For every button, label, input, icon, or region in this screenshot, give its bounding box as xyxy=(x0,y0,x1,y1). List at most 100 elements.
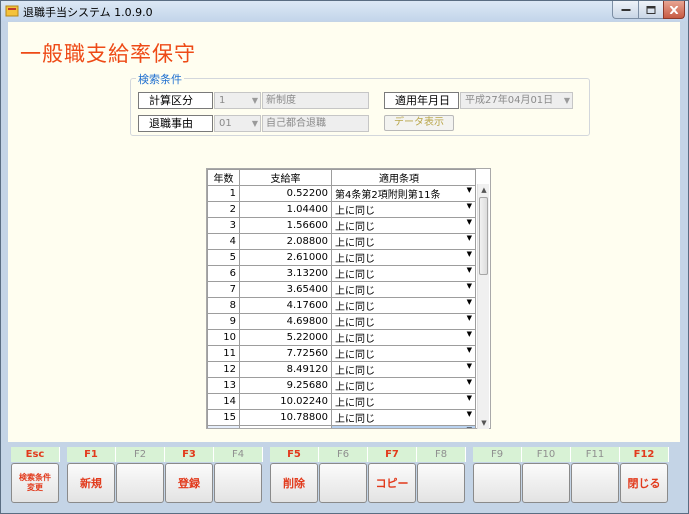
article-cell[interactable]: 上に同じ▼ xyxy=(331,393,476,410)
fkey-f4: F4 xyxy=(214,447,263,505)
fkey-button-f3[interactable]: 登録 xyxy=(165,463,213,503)
scroll-up-icon[interactable]: ▲ xyxy=(478,184,490,196)
article-cell[interactable]: 上に同じ▼ xyxy=(331,329,476,346)
article-cell[interactable]: 上に同じ▼ xyxy=(331,425,476,429)
rate-cell[interactable]: 2.61000 xyxy=(239,249,332,266)
rate-cell[interactable]: 3.13200 xyxy=(239,265,332,282)
table-row[interactable]: 5 2.61000 上に同じ ▼ xyxy=(207,249,476,266)
rate-cell[interactable]: 9.25680 xyxy=(239,377,332,394)
dropdown-arrow-icon[interactable]: ▼ xyxy=(467,315,472,323)
article-cell[interactable]: 上に同じ▼ xyxy=(331,345,476,362)
dropdown-arrow-icon[interactable]: ▼ xyxy=(467,395,472,403)
dropdown-arrow-icon[interactable]: ▼ xyxy=(467,427,472,429)
dropdown-arrow-icon[interactable]: ▼ xyxy=(467,235,472,243)
rate-cell[interactable]: 13.38930 xyxy=(239,425,332,428)
fkey-button-f2[interactable] xyxy=(116,463,164,503)
dropdown-arrow-icon[interactable]: ▼ xyxy=(467,187,472,195)
fkey-f5: F5 削除 xyxy=(270,447,319,505)
table-row[interactable]: 8 4.17600 上に同じ ▼ xyxy=(207,297,476,314)
fkey-button-f1[interactable]: 新規 xyxy=(67,463,115,503)
rate-cell[interactable]: 3.65400 xyxy=(239,281,332,298)
fkey-button-f12[interactable]: 閉じる xyxy=(620,463,668,503)
dropdown-arrow-icon[interactable]: ▼ xyxy=(467,251,472,259)
fkey-button-f9[interactable] xyxy=(473,463,521,503)
article-cell[interactable]: 上に同じ▼ xyxy=(331,409,476,426)
year-cell: 3 xyxy=(207,217,240,234)
dropdown-arrow-icon[interactable]: ▼ xyxy=(467,283,472,291)
fkey-button-esc[interactable]: 検索条件 変更 xyxy=(11,463,59,503)
fkey-button-f8[interactable] xyxy=(417,463,465,503)
table-header-row: 年数 支給率 適用条項 xyxy=(207,169,476,186)
rate-cell[interactable]: 1.56600 xyxy=(239,217,332,234)
rate-cell[interactable]: 10.02240 xyxy=(239,393,332,410)
table-row[interactable]: 11 7.72560 上に同じ ▼ xyxy=(207,345,476,362)
table-row[interactable]: 14 10.02240 上に同じ ▼ xyxy=(207,393,476,410)
fkey-button-f4[interactable] xyxy=(214,463,262,503)
article-cell[interactable]: 第4条第2項附則第11条 ▼ xyxy=(331,185,476,202)
rate-cell[interactable]: 5.22000 xyxy=(239,329,332,346)
dropdown-arrow-icon[interactable]: ▼ xyxy=(467,203,472,211)
table-row[interactable]: 4 2.08800 上に同じ ▼ xyxy=(207,233,476,250)
fkey-button-f7[interactable]: コピー xyxy=(368,463,416,503)
table-row[interactable]: 7 3.65400 上に同じ ▼ xyxy=(207,281,476,298)
chevron-down-icon: ▼ xyxy=(251,119,258,128)
rate-value: 5.22000 xyxy=(286,332,328,343)
table-row[interactable]: 9 4.69800 上に同じ ▼ xyxy=(207,313,476,330)
title-bar[interactable]: 退職手当システム 1.0.9.0 xyxy=(1,1,688,21)
fkey-button-f6[interactable] xyxy=(319,463,367,503)
scroll-thumb[interactable] xyxy=(479,197,488,275)
dropdown-arrow-icon[interactable]: ▼ xyxy=(467,411,472,419)
table-row[interactable]: 10 5.22000 上に同じ ▼ xyxy=(207,329,476,346)
minimize-button[interactable] xyxy=(612,1,638,19)
article-cell[interactable]: 上に同じ▼ xyxy=(331,281,476,298)
dropdown-arrow-icon[interactable]: ▼ xyxy=(467,299,472,307)
show-data-button[interactable]: データ表示 xyxy=(384,115,454,131)
maximize-button[interactable] xyxy=(638,1,663,19)
fkey-button-f11[interactable] xyxy=(571,463,619,503)
article-cell[interactable]: 上に同じ▼ xyxy=(331,297,476,314)
calc-type-select[interactable]: 1 ▼ xyxy=(214,92,261,109)
dropdown-arrow-icon[interactable]: ▼ xyxy=(467,267,472,275)
article-cell[interactable]: 上に同じ▼ xyxy=(331,313,476,330)
article-cell[interactable]: 上に同じ▼ xyxy=(331,377,476,394)
table-row[interactable]: 2 1.04400 上に同じ ▼ xyxy=(207,201,476,218)
article-cell[interactable]: 上に同じ▼ xyxy=(331,265,476,282)
rate-cell[interactable]: 10.78800 xyxy=(239,409,332,426)
table-row[interactable]: 1 0.52200 第4条第2項附則第11条 ▼ xyxy=(207,185,476,202)
rate-cell[interactable]: 2.08800 xyxy=(239,233,332,250)
table-row[interactable]: 3 1.56600 上に同じ ▼ xyxy=(207,217,476,234)
table-row[interactable]: 13 9.25680 上に同じ ▼ xyxy=(207,377,476,394)
article-cell[interactable]: 上に同じ▼ xyxy=(331,361,476,378)
rate-cell[interactable]: 4.69800 xyxy=(239,313,332,330)
grid-scrollbar[interactable]: ▲ ▼ xyxy=(477,184,489,429)
retire-reason-select[interactable]: 01 ▼ xyxy=(214,115,261,132)
fkey-button-label: 登録 xyxy=(178,477,200,490)
dropdown-arrow-icon[interactable]: ▼ xyxy=(467,379,472,387)
article-value: 上に同じ xyxy=(335,206,375,217)
table-row[interactable]: 15 10.78800 上に同じ ▼ xyxy=(207,409,476,426)
table-row[interactable]: 16 13.38930上に同じ▼ xyxy=(207,425,476,429)
article-cell[interactable]: 上に同じ▼ xyxy=(331,233,476,250)
fkey-button-f10[interactable] xyxy=(522,463,570,503)
fkey-button-f5[interactable]: 削除 xyxy=(270,463,318,503)
article-cell[interactable]: 上に同じ▼ xyxy=(331,249,476,266)
rate-cell[interactable]: 8.49120 xyxy=(239,361,332,378)
close-window-button[interactable] xyxy=(663,1,685,19)
dropdown-arrow-icon[interactable]: ▼ xyxy=(467,363,472,371)
table-row[interactable]: 6 3.13200 上に同じ ▼ xyxy=(207,265,476,282)
dropdown-arrow-icon[interactable]: ▼ xyxy=(467,331,472,339)
rate-cell[interactable]: 4.17600 xyxy=(239,297,332,314)
apply-date-picker[interactable]: 平成27年04月01日 ▼ xyxy=(460,92,573,109)
article-cell[interactable]: 上に同じ▼ xyxy=(331,217,476,234)
dropdown-arrow-icon[interactable]: ▼ xyxy=(467,347,472,355)
article-cell[interactable]: 上に同じ ▼ xyxy=(331,201,476,218)
dropdown-arrow-icon[interactable]: ▼ xyxy=(467,219,472,227)
rate-cell[interactable]: 0.52200 xyxy=(239,185,332,202)
year-cell: 4 xyxy=(207,233,240,250)
minimize-icon xyxy=(621,8,630,11)
table-row[interactable]: 12 8.49120 上に同じ ▼ xyxy=(207,361,476,378)
rate-cell[interactable]: 1.04400 xyxy=(239,201,332,218)
scroll-down-icon[interactable]: ▼ xyxy=(478,417,490,429)
fkey-label: F7 xyxy=(368,447,417,462)
rate-cell[interactable]: 7.72560 xyxy=(239,345,332,362)
